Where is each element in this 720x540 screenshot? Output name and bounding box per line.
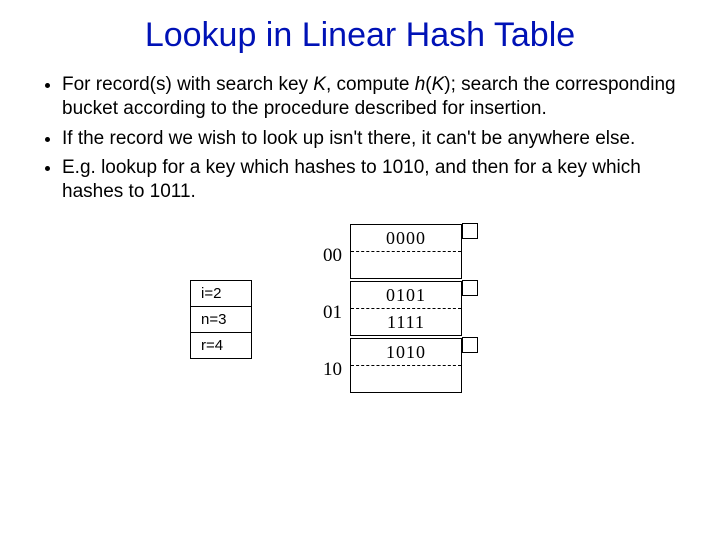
bullet-item: For record(s) with search key K, compute…: [62, 73, 680, 121]
bucket-box: 0000: [350, 224, 462, 279]
hash-diagram: 00 0000 01 0101 1111 10 1010: [312, 224, 478, 395]
overflow-pointer: [462, 337, 478, 353]
bucket-slot: 0000: [351, 225, 461, 252]
bucket-box: 0101 1111: [350, 281, 462, 336]
figure-row: i=2 n=3 r=4 00 0000 01 0101 1111: [40, 224, 680, 395]
bucket-label: 00: [312, 245, 342, 279]
bucket-slot: [351, 252, 461, 278]
bucket-slot: 0101: [351, 282, 461, 309]
param-i: i=2: [190, 280, 252, 307]
bucket-label: 01: [312, 302, 342, 336]
bucket-label: 10: [312, 359, 342, 393]
bucket-slot: [351, 366, 461, 392]
overflow-pointer: [462, 280, 478, 296]
params-table: i=2 n=3 r=4: [190, 280, 252, 358]
bullet-item: E.g. lookup for a key which hashes to 10…: [62, 156, 680, 204]
bullet-item: If the record we wish to look up isn't t…: [62, 127, 680, 151]
bullet-list: For record(s) with search key K, compute…: [40, 73, 680, 204]
bucket-row: 00 0000: [312, 224, 478, 279]
bucket-slot: 1010: [351, 339, 461, 366]
bucket-slot: 1111: [351, 309, 461, 335]
bucket-row: 10 1010: [312, 338, 478, 393]
overflow-pointer: [462, 223, 478, 239]
bucket-box: 1010: [350, 338, 462, 393]
slide-title: Lookup in Linear Hash Table: [40, 16, 680, 55]
param-n: n=3: [190, 306, 252, 333]
param-r: r=4: [190, 332, 252, 359]
bucket-row: 01 0101 1111: [312, 281, 478, 336]
